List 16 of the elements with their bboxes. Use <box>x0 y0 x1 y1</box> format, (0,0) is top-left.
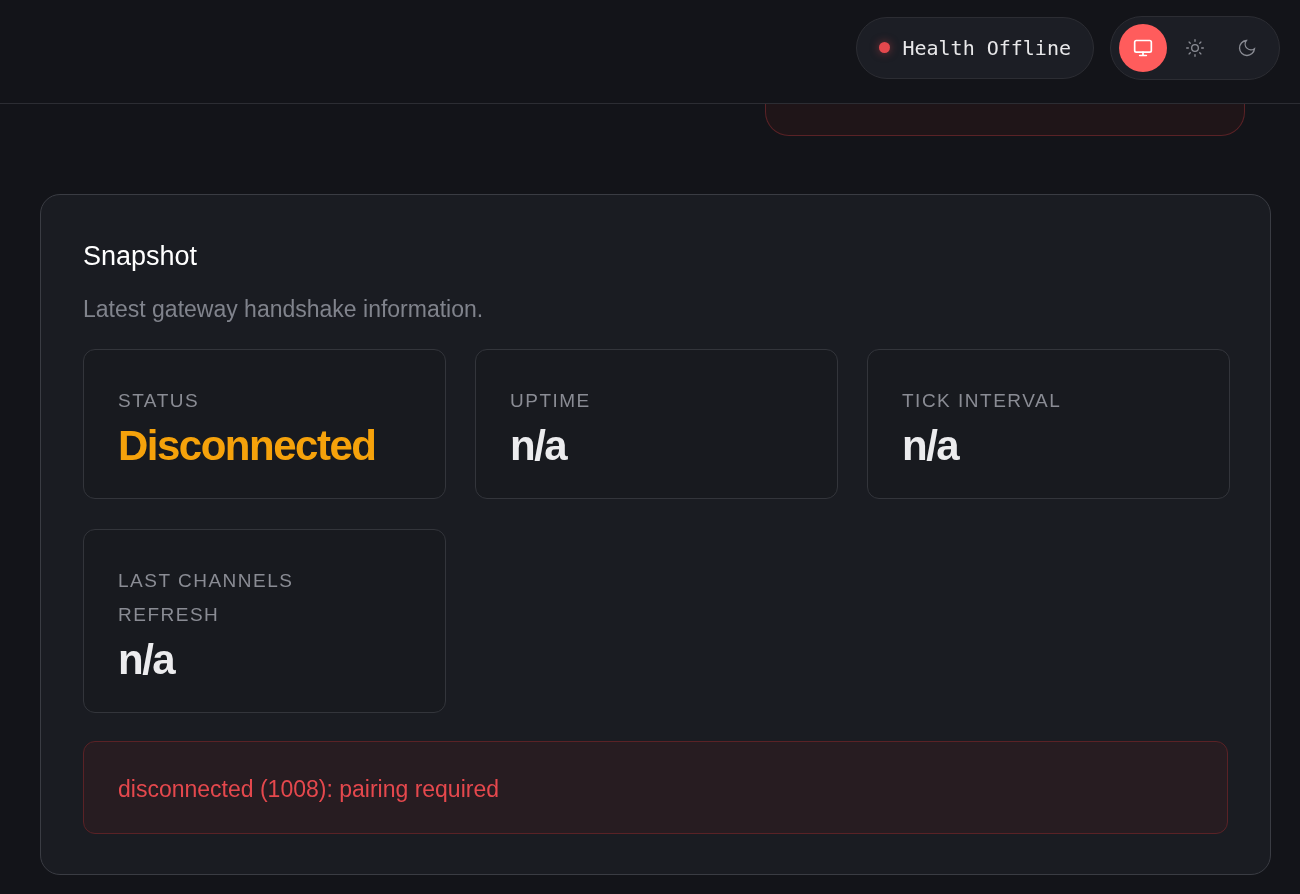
stat-label: UPTIME <box>510 389 592 413</box>
card-title: Snapshot <box>83 241 199 272</box>
stat-value: n/a <box>510 422 568 470</box>
stat-label: LAST CHANNELS REFRESH <box>118 569 295 627</box>
health-label: Health Offline <box>902 35 1071 60</box>
stat-label: STATUS <box>118 389 201 413</box>
system-theme-button[interactable] <box>1119 23 1167 72</box>
stat-value: Disconnected <box>118 422 377 470</box>
card-subtitle: Latest gateway handshake information. <box>83 296 485 323</box>
stat-label: TICK INTERVAL <box>902 389 1063 413</box>
monitor-icon <box>1133 37 1153 58</box>
error-message: disconnected (1008): pairing required <box>83 741 1228 834</box>
sun-icon <box>1185 37 1205 58</box>
stat-value: n/a <box>902 422 960 470</box>
moon-icon <box>1237 37 1257 58</box>
stat-value: n/a <box>118 636 176 684</box>
